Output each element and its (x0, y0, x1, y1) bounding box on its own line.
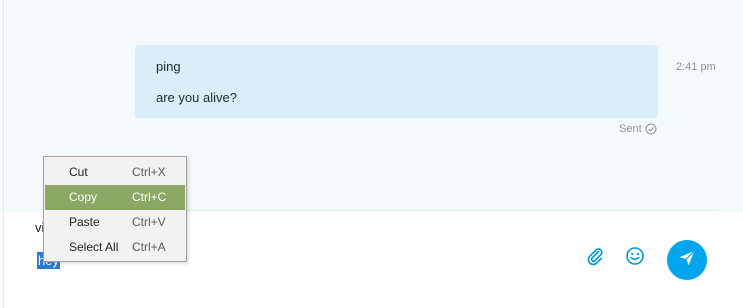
context-menu-item-paste[interactable]: Paste Ctrl+V (45, 210, 185, 235)
message-text[interactable]: are you alive? (156, 90, 237, 105)
menu-item-label: Copy (69, 190, 98, 204)
menu-item-shortcut: Ctrl+X (132, 165, 166, 179)
attach-file-button[interactable] (582, 245, 608, 271)
send-icon (677, 248, 697, 273)
emoji-button[interactable] (622, 245, 648, 271)
message-bubble[interactable]: ping are you alive? (135, 45, 658, 118)
menu-item-label: Paste (69, 215, 100, 229)
window-edge (3, 0, 4, 308)
message-text[interactable]: ping (156, 59, 181, 74)
menu-item-label: Select All (69, 240, 119, 254)
send-button[interactable] (667, 240, 707, 280)
menu-item-shortcut: Ctrl+V (132, 215, 166, 229)
context-menu-item-copy[interactable]: Copy Ctrl+C (45, 185, 185, 210)
context-menu: Cut Ctrl+X Copy Ctrl+C Paste Ctrl+V Sele… (43, 156, 187, 262)
paperclip-icon (585, 246, 605, 271)
delivery-status-label: Sent (619, 123, 642, 135)
sent-check-icon (645, 123, 657, 135)
menu-item-label: Cut (69, 165, 88, 179)
delivery-status: Sent (619, 123, 657, 135)
message-timestamp: 2:41 pm (676, 61, 716, 73)
menu-item-shortcut: Ctrl+C (132, 190, 167, 204)
emoji-icon (625, 246, 645, 271)
menu-item-shortcut: Ctrl+A (132, 240, 166, 254)
context-menu-item-select-all[interactable]: Select All Ctrl+A (45, 235, 185, 260)
context-menu-item-cut[interactable]: Cut Ctrl+X (45, 160, 185, 185)
